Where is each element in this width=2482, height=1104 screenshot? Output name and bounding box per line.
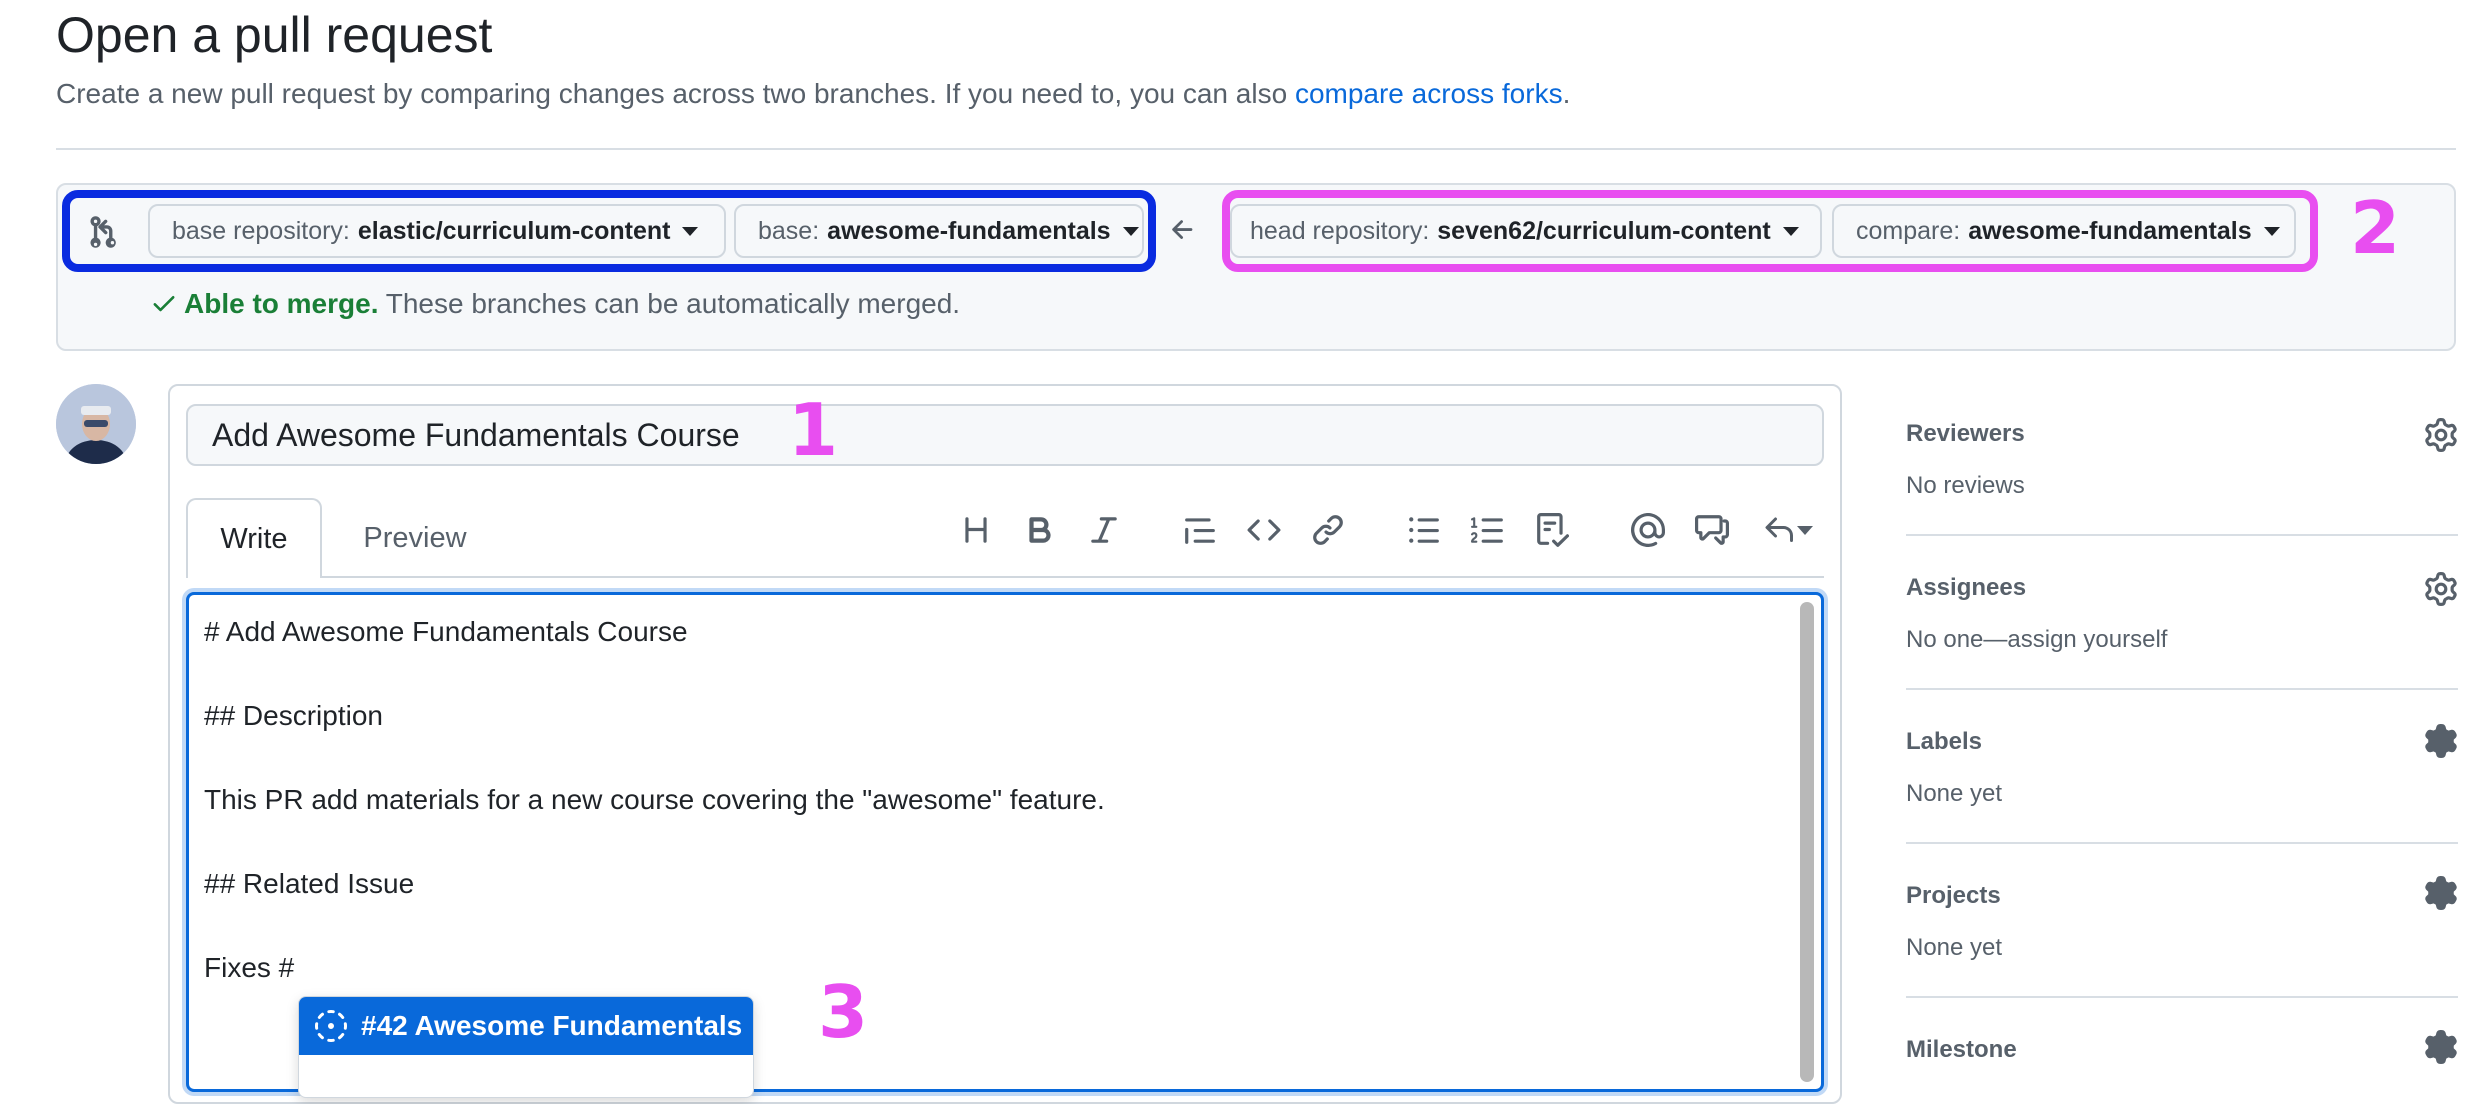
suggestion-label: #42 Awesome Fundamentals: [361, 1010, 743, 1041]
link-icon[interactable]: [1306, 508, 1350, 552]
editor-scrollbar[interactable]: [1800, 602, 1814, 1082]
sidebar-reviewers-value: No reviews: [1906, 472, 2025, 499]
sidebar-divider: [1906, 534, 2458, 536]
mention-icon[interactable]: [1626, 508, 1670, 552]
task-list-icon[interactable]: [1530, 508, 1574, 552]
suggestion-item-selected[interactable]: #42 Awesome Fundamentals: [299, 997, 753, 1055]
italic-icon[interactable]: [1082, 508, 1126, 552]
body-line: This PR add materials for a new course c…: [204, 784, 1105, 815]
body-line: # Add Awesome Fundamentals Course: [204, 616, 688, 647]
annotation-number-2: 2: [2350, 186, 2401, 270]
annotation-box-base: [62, 190, 1156, 272]
gear-icon[interactable]: [2424, 724, 2458, 758]
annotation-box-head: [1222, 190, 2318, 272]
header-divider: [56, 148, 2456, 150]
check-icon: [150, 289, 178, 324]
sidebar-labels-heading[interactable]: Labels: [1906, 728, 1982, 756]
avatar[interactable]: [56, 384, 136, 464]
annotation-number-1: 1: [788, 388, 839, 472]
caret-down-icon: [1797, 525, 1813, 535]
sidebar-divider: [1906, 688, 2458, 690]
cross-reference-icon[interactable]: [1690, 508, 1734, 552]
subtitle-end: .: [1562, 78, 1571, 109]
heading-icon[interactable]: [954, 508, 998, 552]
body-line: ## Related Issue: [204, 868, 415, 899]
tab-write[interactable]: Write: [186, 498, 322, 578]
page-subtitle: Create a new pull request by comparing c…: [56, 78, 1570, 110]
arrow-left-icon: [1168, 212, 1204, 248]
subtitle-text: Create a new pull request by comparing c…: [56, 78, 1295, 109]
unordered-list-icon[interactable]: [1402, 508, 1446, 552]
annotation-number-3: 3: [818, 970, 869, 1054]
code-icon[interactable]: [1242, 508, 1286, 552]
issue-suggestion-dropdown: #42 Awesome Fundamentals: [298, 996, 754, 1098]
sidebar-milestone-heading[interactable]: Milestone: [1906, 1036, 2017, 1064]
sidebar-assignees-value[interactable]: No one—assign yourself: [1906, 626, 2167, 654]
sidebar-assignees-heading[interactable]: Assignees: [1906, 574, 2026, 602]
page-title: Open a pull request: [56, 7, 493, 63]
sidebar-labels-value: None yet: [1906, 780, 2003, 807]
body-line: ## Description: [204, 700, 383, 731]
issue-draft-icon: [315, 1010, 347, 1042]
title-input[interactable]: Add Awesome Fundamentals Course: [186, 404, 1824, 466]
tab-bar-divider: [186, 576, 1824, 578]
sidebar-reviewers-heading[interactable]: Reviewers: [1906, 420, 2025, 448]
gear-icon[interactable]: [2424, 1030, 2458, 1064]
compare-across-forks-link[interactable]: compare across forks: [1295, 78, 1563, 109]
sidebar-divider: [1906, 996, 2458, 998]
sidebar-projects-heading[interactable]: Projects: [1906, 882, 2001, 910]
gear-icon[interactable]: [2424, 572, 2458, 606]
sidebar-projects-value: None yet: [1906, 934, 2003, 961]
sidebar-divider: [1906, 842, 2458, 844]
body-line: Fixes #: [204, 952, 295, 983]
quote-icon[interactable]: [1178, 508, 1222, 552]
merge-detail-text: These branches can be automatically merg…: [378, 288, 961, 319]
merge-status: Able to merge. These branches can be aut…: [150, 288, 960, 324]
saved-replies-icon[interactable]: [1758, 508, 1818, 552]
bold-icon[interactable]: [1018, 508, 1062, 552]
merge-ok-text: Able to merge.: [184, 288, 379, 319]
gear-icon[interactable]: [2424, 876, 2458, 910]
tab-preview[interactable]: Preview: [340, 498, 490, 578]
ordered-list-icon[interactable]: [1466, 508, 1510, 552]
gear-icon[interactable]: [2424, 418, 2458, 452]
